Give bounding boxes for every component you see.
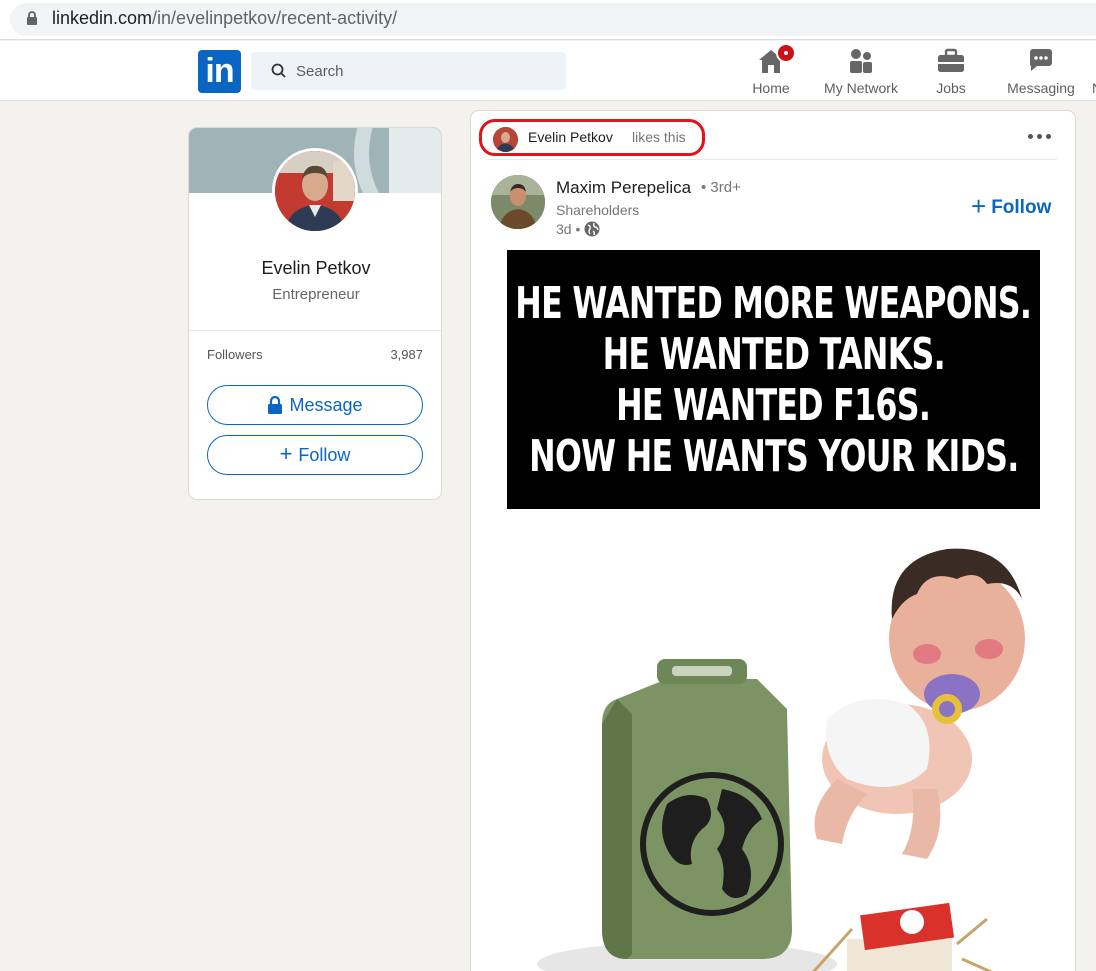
- post-more-options-icon[interactable]: [1024, 129, 1054, 143]
- post-time-text: 3d •: [556, 221, 581, 237]
- divider: [189, 330, 441, 331]
- top-navigation: in Home My Network: [0, 41, 1096, 101]
- profile-name[interactable]: Evelin Petkov: [189, 258, 441, 279]
- author-headline: Shareholders: [556, 202, 640, 218]
- followers-label: Followers: [207, 347, 263, 362]
- nav-label-messaging: Messaging: [1007, 80, 1075, 96]
- nav-label-jobs: Jobs: [936, 80, 966, 96]
- nav-item-jobs[interactable]: Jobs: [925, 47, 977, 97]
- nav-item-my-network[interactable]: My Network: [815, 47, 907, 97]
- network-icon: [846, 47, 876, 75]
- meme-text-line: Now he wants your kids.: [528, 430, 1019, 482]
- url-text[interactable]: linkedin.com/in/evelinpetkov/recent-acti…: [52, 8, 397, 29]
- globe-icon: [584, 221, 600, 237]
- briefcase-icon: [936, 47, 966, 75]
- nav-label-notifications: N: [1087, 80, 1096, 96]
- author-avatar[interactable]: [491, 175, 545, 229]
- search-icon: [271, 63, 286, 78]
- profile-headline: Entrepreneur: [272, 286, 360, 303]
- connection-degree: • 3rd+: [701, 179, 741, 196]
- liker-avatar[interactable]: [493, 127, 518, 152]
- nav-label-my-network: My Network: [824, 80, 898, 96]
- notifications-icon: [1087, 47, 1096, 75]
- nav-label-home: Home: [752, 80, 790, 96]
- likes-this-text: likes this: [632, 129, 686, 145]
- message-button-label: Message: [289, 394, 363, 415]
- liked-by-highlight: Evelin Petkov likes this: [479, 119, 705, 156]
- meme-text-line: He wanted F16s.: [616, 379, 931, 431]
- plus-icon: +: [971, 191, 987, 221]
- linkedin-logo[interactable]: in: [198, 50, 241, 93]
- notification-badge: [776, 43, 796, 63]
- home-icon: [756, 43, 796, 75]
- browser-address-bar: linkedin.com/in/evelinpetkov/recent-acti…: [0, 0, 1096, 40]
- url-host: linkedin.com: [52, 8, 153, 28]
- feed-post-card: Evelin Petkov likes this Maxim Perepelic…: [470, 110, 1076, 971]
- post-image-text-banner[interactable]: He wanted more weapons. He wanted tanks.…: [507, 250, 1040, 509]
- follow-profile-button[interactable]: + Follow: [207, 435, 423, 475]
- plus-icon: +: [279, 441, 293, 466]
- lock-icon: [268, 396, 283, 414]
- messaging-icon: [1026, 47, 1056, 75]
- nav-item-notifications[interactable]: N: [1087, 47, 1096, 97]
- post-timestamp: 3d •: [556, 221, 600, 237]
- search-box[interactable]: [251, 52, 566, 90]
- search-input[interactable]: [296, 52, 556, 90]
- meme-text-line: He wanted tanks.: [602, 328, 945, 380]
- profile-avatar[interactable]: [272, 148, 358, 234]
- nav-item-messaging[interactable]: Messaging: [1000, 47, 1082, 97]
- profile-card: Evelin Petkov Entrepreneur Followers 3,9…: [188, 127, 442, 500]
- divider: [487, 159, 1057, 160]
- post-image-illustration[interactable]: [507, 509, 1040, 971]
- author-name[interactable]: Maxim Perepelica: [556, 178, 691, 198]
- message-button[interactable]: Message: [207, 385, 423, 425]
- follow-author-label: Follow: [991, 196, 1052, 218]
- lock-icon: [27, 11, 37, 25]
- follow-author-button[interactable]: + Follow: [971, 191, 1052, 221]
- followers-count: 3,987: [390, 347, 423, 362]
- url-path: /in/evelinpetkov/recent-activity/: [152, 8, 398, 28]
- liker-name[interactable]: Evelin Petkov: [528, 129, 613, 145]
- follow-profile-button-label: Follow: [298, 444, 351, 465]
- meme-text-line: He wanted more weapons.: [515, 277, 1033, 329]
- nav-item-home[interactable]: Home: [745, 43, 797, 97]
